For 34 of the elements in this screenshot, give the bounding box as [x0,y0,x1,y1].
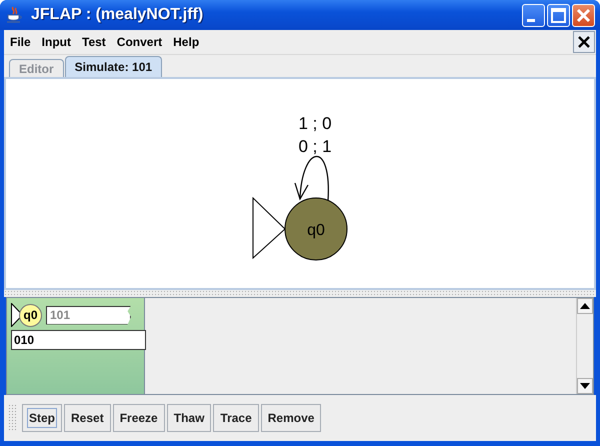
coffee-cup-icon [5,6,23,24]
loop-arrow [294,156,329,202]
menu-item[interactable]: Test [78,35,113,49]
window-title: JFLAP : (mealyNOT.jff) [31,6,204,24]
scroll-down-icon[interactable] [577,378,593,394]
close-icon [577,35,591,49]
toolbar-button[interactable]: Thaw [166,404,212,432]
toolbar-grip[interactable] [8,404,16,432]
toolbar-button[interactable]: Trace [213,404,259,432]
output-tape: 010 [11,330,146,350]
input-tape: 101 [46,306,131,324]
scrollbar[interactable] [576,298,593,394]
menu-item[interactable]: Help [169,35,206,49]
close-tab-button[interactable] [573,31,595,53]
scroll-up-icon[interactable] [577,298,593,314]
minimize-icon [526,19,534,22]
transition-label: 0 ; 1 [298,137,332,156]
tab[interactable]: Simulate: 101 [64,56,162,77]
transition-label: 1 ; 0 [298,114,332,133]
minimize-button[interactable] [522,4,545,26]
toolbar-button[interactable]: Remove [260,404,322,432]
state-label: q0 [307,222,325,239]
splitter-handle[interactable] [4,290,596,297]
menu-item[interactable]: Convert [112,35,170,49]
state-node: q0 [19,304,42,326]
toolbar-button[interactable]: Reset [64,404,111,432]
menu-item[interactable]: File [6,35,38,49]
menu-item[interactable]: Input [38,35,78,49]
toolbar-button[interactable]: Step [22,404,62,432]
toolbar-button[interactable]: Freeze [112,404,165,432]
state-node [284,198,348,260]
maximize-button[interactable] [547,4,570,26]
close-button[interactable] [572,4,595,26]
configuration-card[interactable]: q0 101 010 [7,298,145,394]
